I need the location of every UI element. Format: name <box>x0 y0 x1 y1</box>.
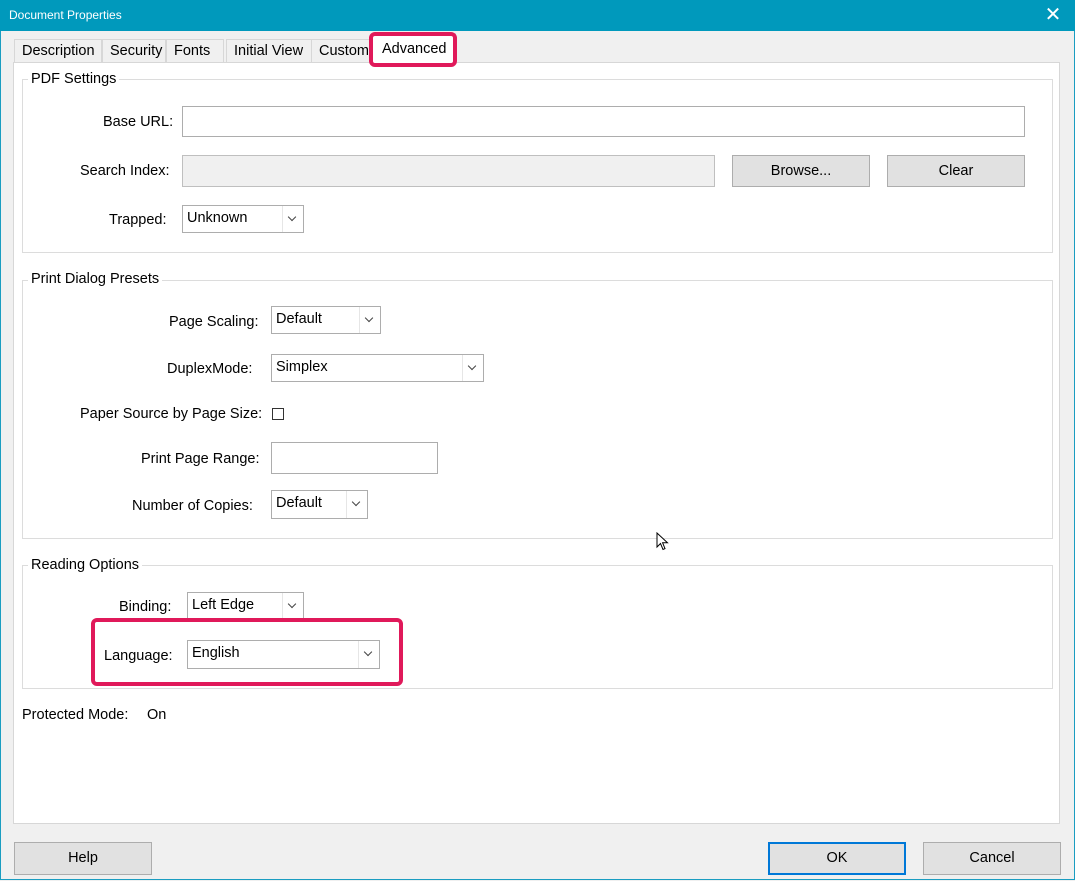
binding-select[interactable]: Left Edge <box>187 592 304 620</box>
page-scaling-select[interactable]: Default <box>271 306 381 334</box>
protected-mode-label: Protected Mode: <box>22 707 129 723</box>
chevron-down-icon <box>346 491 367 518</box>
pdf-settings-title: PDF Settings <box>28 71 120 87</box>
duplex-mode-value: Simplex <box>276 359 328 375</box>
window-title: Document Properties <box>9 8 122 22</box>
clear-button[interactable]: Clear <box>887 155 1025 187</box>
highlight-language <box>91 618 403 686</box>
help-button[interactable]: Help <box>14 842 152 875</box>
page-scaling-label: Page Scaling: <box>169 314 259 330</box>
number-of-copies-label: Number of Copies: <box>132 498 253 514</box>
ok-button[interactable]: OK <box>768 842 906 875</box>
mouse-cursor-icon <box>656 532 669 551</box>
paper-source-label: Paper Source by Page Size: <box>80 406 263 422</box>
ok-button-label: OK <box>826 850 848 866</box>
title-bar <box>0 0 1075 31</box>
chevron-down-icon <box>462 355 483 381</box>
binding-label: Binding: <box>119 599 172 615</box>
search-index-label: Search Index: <box>80 163 170 179</box>
number-of-copies-value: Default <box>276 495 322 511</box>
close-icon[interactable]: ✕ <box>1031 0 1075 31</box>
chevron-down-icon <box>359 307 380 333</box>
trapped-value: Unknown <box>187 210 248 226</box>
cancel-button[interactable]: Cancel <box>923 842 1061 875</box>
chevron-down-icon <box>282 593 303 619</box>
print-page-range-input[interactable] <box>271 442 438 474</box>
tab-fonts[interactable]: Fonts <box>166 39 224 62</box>
help-button-label: Help <box>68 850 98 866</box>
base-url-input[interactable] <box>182 106 1025 137</box>
binding-value: Left Edge <box>192 597 255 613</box>
duplex-mode-select[interactable]: Simplex <box>271 354 484 382</box>
duplex-mode-label: DuplexMode: <box>167 361 253 377</box>
chevron-down-icon <box>282 206 303 232</box>
trapped-select[interactable]: Unknown <box>182 205 304 233</box>
paper-source-checkbox[interactable] <box>272 408 284 420</box>
protected-mode-value: On <box>147 707 167 723</box>
clear-button-label: Clear <box>938 163 974 179</box>
reading-options-title: Reading Options <box>28 557 143 573</box>
trapped-label: Trapped: <box>109 212 167 228</box>
search-index-input[interactable] <box>182 155 715 187</box>
cancel-button-label: Cancel <box>969 850 1015 866</box>
tab-custom[interactable]: Custom <box>311 39 373 62</box>
page-scaling-value: Default <box>276 311 322 327</box>
base-url-label: Base URL: <box>103 114 174 130</box>
highlight-advanced-tab <box>369 32 457 67</box>
browse-button-label: Browse... <box>770 163 832 179</box>
print-presets-title: Print Dialog Presets <box>28 271 163 287</box>
tab-description[interactable]: Description <box>14 39 102 62</box>
number-of-copies-select[interactable]: Default <box>271 490 368 519</box>
print-page-range-label: Print Page Range: <box>141 451 260 467</box>
tab-initial-view[interactable]: Initial View <box>226 39 312 62</box>
browse-button[interactable]: Browse... <box>732 155 870 187</box>
tab-security[interactable]: Security <box>102 39 166 62</box>
